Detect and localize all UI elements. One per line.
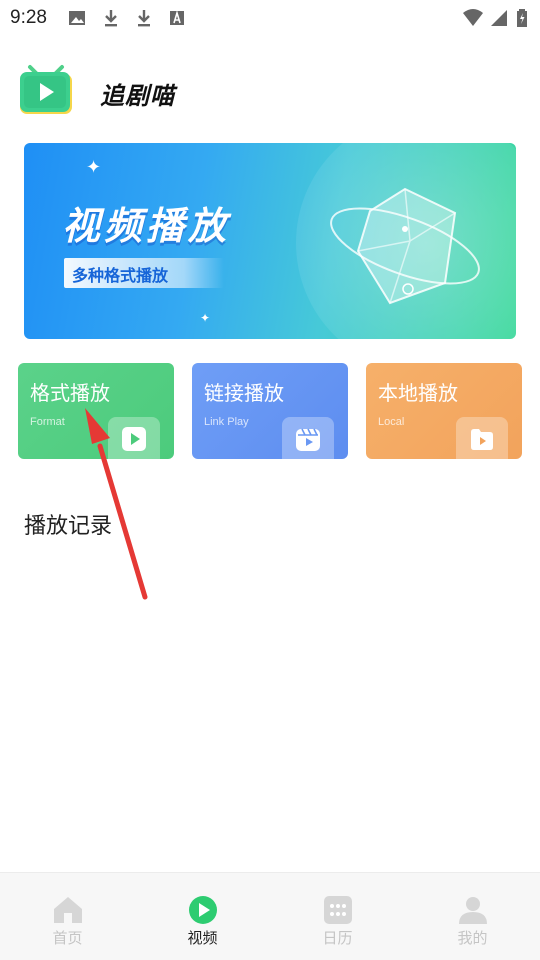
app-logo — [18, 64, 74, 116]
nav-profile[interactable]: 我的 — [405, 873, 540, 960]
card-title: 格式播放 — [30, 381, 110, 405]
format-play-card[interactable]: 格式播放 Format — [18, 363, 174, 459]
font-notification-icon — [168, 9, 186, 27]
play-history-title: 播放记录 — [24, 514, 113, 539]
banner-title: 视频播放 — [62, 204, 231, 248]
nav-label: 视频 — [187, 929, 218, 947]
battery-icon — [516, 9, 528, 27]
banner-tag: 多种格式播放 — [64, 258, 224, 288]
signal-icon — [490, 9, 508, 27]
wifi-icon — [462, 9, 484, 27]
app-title: 追剧喵 — [100, 82, 175, 110]
play-square-icon — [122, 427, 146, 451]
card-subtitle: Link Play — [204, 416, 249, 428]
folder-play-icon — [471, 429, 493, 450]
nav-video[interactable]: 视频 — [135, 873, 270, 960]
card-title: 链接播放 — [204, 381, 284, 405]
video-play-icon — [188, 896, 217, 924]
calendar-grid-icon — [323, 896, 352, 924]
video-play-banner[interactable]: ✦ ✦ 视频播放 多种格式播放 — [24, 143, 516, 339]
local-play-card[interactable]: 本地播放 Local — [366, 363, 522, 459]
sparkle-icon: ✦ — [200, 311, 211, 325]
sparkle-icon: ✦ — [86, 157, 102, 178]
download-icon — [135, 9, 153, 27]
cube-illustration-icon — [330, 187, 480, 305]
card-title: 本地播放 — [378, 381, 458, 405]
user-icon — [458, 897, 487, 924]
nav-home[interactable]: 首页 — [0, 873, 135, 960]
banner-tag-label: 多种格式播放 — [72, 266, 169, 285]
link-play-card[interactable]: 链接播放 Link Play — [192, 363, 348, 459]
nav-calendar[interactable]: 日历 — [270, 873, 405, 960]
clapperboard-icon — [296, 428, 320, 451]
image-notification-icon — [68, 9, 86, 27]
nav-label: 日历 — [322, 929, 353, 947]
card-icon-box — [108, 417, 160, 459]
nav-label: 我的 — [457, 929, 488, 947]
status-bar: 9:28 — [0, 0, 540, 36]
card-icon-box — [282, 417, 334, 459]
card-icon-box — [456, 417, 508, 459]
card-subtitle: Format — [30, 416, 65, 428]
nav-label: 首页 — [52, 929, 83, 947]
download-icon — [102, 9, 120, 27]
bottom-nav: 首页 视频 日历 我的 — [0, 872, 540, 960]
app-screen: 9:28 追剧喵 ✦ ✦ 视频播放 多种格式播放 格式播放 Format 链接播… — [0, 0, 540, 960]
status-time: 9:28 — [10, 7, 47, 28]
home-icon — [53, 897, 82, 923]
card-subtitle: Local — [378, 416, 405, 428]
